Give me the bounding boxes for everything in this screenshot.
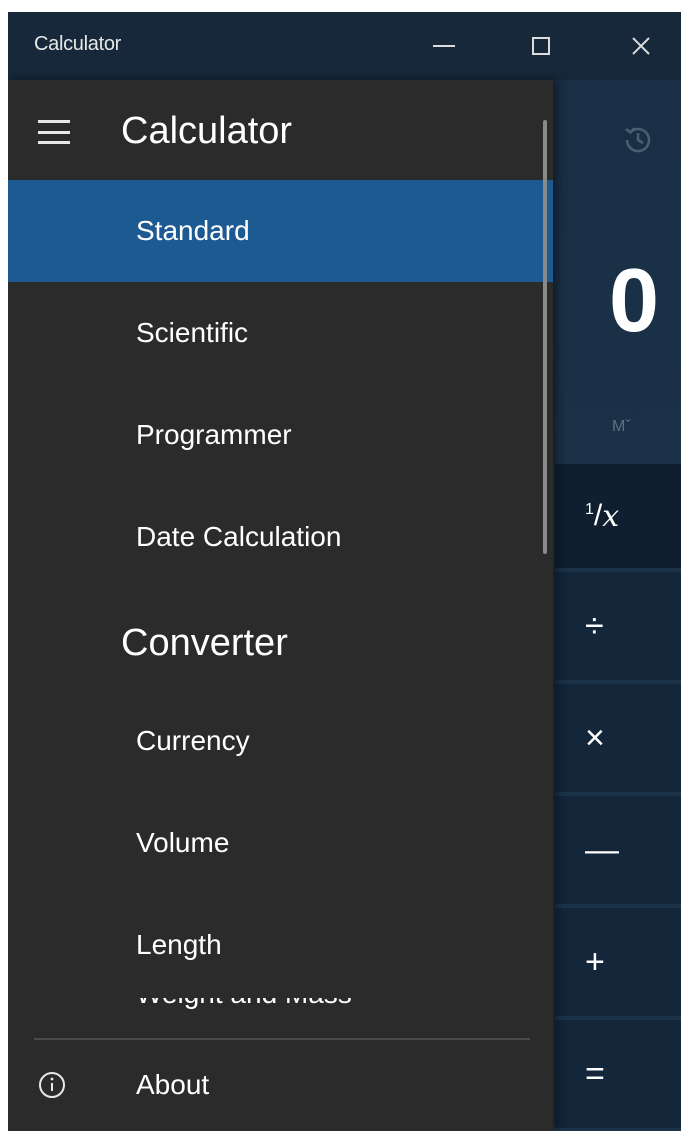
equals-key[interactable]: = [555,1020,681,1128]
equals-label: = [585,1054,605,1093]
reciprocal-key[interactable]: 1/x [555,464,681,568]
nav-divider [34,1038,530,1040]
reciprocal-slash: / [593,499,603,532]
nav-scrollbar[interactable] [543,120,547,554]
nav-item-length[interactable]: Length [8,894,553,996]
hamburger-menu-button[interactable] [38,120,70,144]
nav-item-label: Programmer [136,419,292,450]
hamburger-menu-icon [38,130,70,134]
history-icon [625,127,651,153]
subtract-label: — [585,830,619,869]
nav-item-weight-and-mass[interactable]: Weight and Mass [136,998,352,1020]
nav-header-converter: Converter [121,622,288,664]
nav-item-standard[interactable]: Standard [8,180,553,282]
nav-header-calculator: Calculator [121,110,293,152]
window-title: Calculator [34,33,122,55]
nav-item-label: Length [136,929,222,960]
navigation-pane: Calculator Standard Scientific Programme… [8,80,553,1131]
close-icon [632,37,650,55]
minimize-icon [433,45,455,47]
subtract-key[interactable]: — [555,796,681,904]
minimize-button[interactable] [414,12,474,80]
nav-item-currency[interactable]: Currency [8,690,553,792]
info-icon [39,1072,65,1098]
nav-item-label: Currency [136,725,250,756]
add-key[interactable]: + [555,908,681,1016]
nav-item-label: Weight and Mass [136,998,352,1009]
calculator-window: Calculator 0 Mˇ 1/x ÷ × — + = Calculator… [8,12,681,1131]
divide-key[interactable]: ÷ [555,572,681,680]
nav-item-label: Volume [136,827,230,858]
reciprocal-variable: x [602,498,620,534]
multiply-key[interactable]: × [555,684,681,792]
nav-item-label: Date Calculation [136,521,342,552]
nav-item-label: Scientific [136,317,249,348]
nav-item-label: Standard [136,215,250,246]
memory-list-button[interactable]: Mˇ [612,418,631,436]
nav-item-about[interactable]: About [8,1042,553,1128]
reciprocal-numerator: 1 [585,501,594,518]
maximize-button[interactable] [511,12,571,80]
about-label: About [136,1069,210,1100]
divide-label: ÷ [585,606,604,645]
maximize-icon [532,37,550,55]
nav-item-volume[interactable]: Volume [8,792,553,894]
nav-item-date-calculation[interactable]: Date Calculation [8,486,553,588]
history-button[interactable] [620,122,656,163]
nav-item-programmer[interactable]: Programmer [8,384,553,486]
calculator-display: 0 [608,251,659,351]
multiply-label: × [585,718,605,757]
hamburger-menu-icon [38,141,70,144]
hamburger-menu-icon [38,120,70,123]
title-bar: Calculator [8,12,681,80]
close-button[interactable] [611,12,671,80]
add-label: + [585,942,605,981]
nav-item-scientific[interactable]: Scientific [8,282,553,384]
